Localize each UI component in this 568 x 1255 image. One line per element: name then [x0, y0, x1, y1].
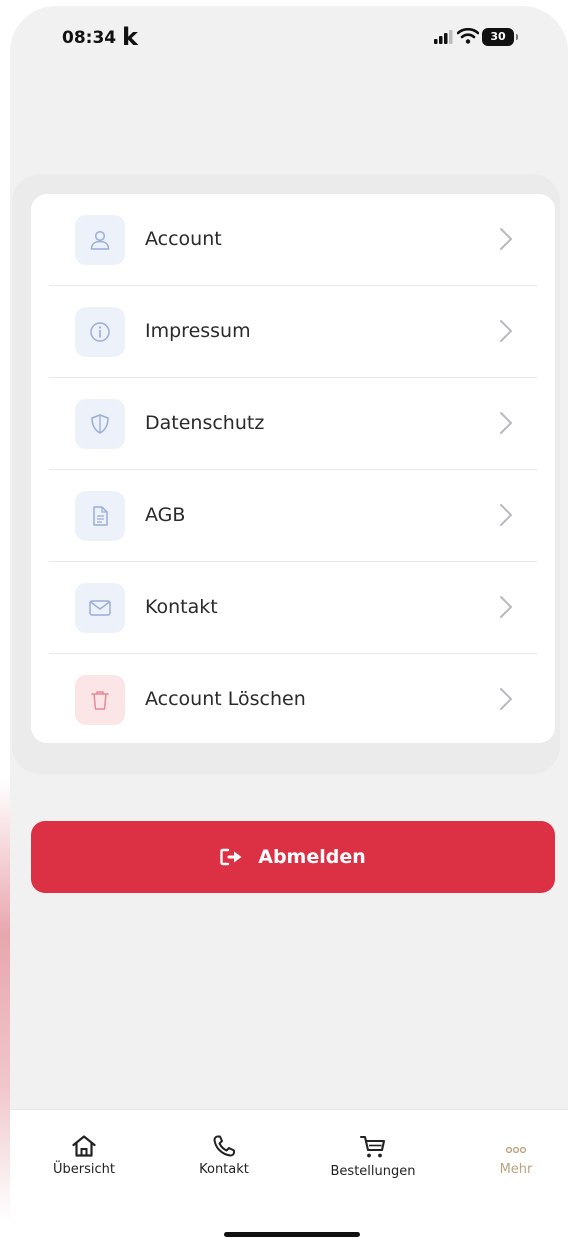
- phone-icon: [213, 1135, 235, 1157]
- phone-screen: 08:34 k 30 Account Impressum Datenschutz…: [10, 6, 568, 1255]
- chevron-right-icon: [500, 504, 512, 526]
- menu-item-account[interactable]: Account: [31, 194, 555, 285]
- settings-menu: Account Impressum Datenschutz AGB Kontak…: [31, 194, 555, 743]
- document-icon: [75, 491, 125, 541]
- cellular-signal-icon: [434, 30, 453, 44]
- tab-label: Kontakt: [199, 1162, 249, 1177]
- cart-icon: [359, 1135, 386, 1158]
- battery-indicator: 30: [482, 28, 518, 46]
- wifi-icon: [457, 28, 479, 44]
- trash-icon: [75, 675, 125, 725]
- logout-icon: [220, 848, 242, 866]
- status-time: 08:34: [62, 28, 117, 48]
- home-indicator[interactable]: [224, 1232, 360, 1237]
- menu-item-label: AGB: [145, 504, 186, 526]
- menu-item-kontakt[interactable]: Kontakt: [31, 562, 555, 653]
- menu-item-label: Kontakt: [145, 596, 218, 618]
- menu-item-account-loeschen[interactable]: Account Löschen: [31, 654, 555, 743]
- tab-bestellungen[interactable]: Bestellungen: [318, 1134, 428, 1179]
- logout-label: Abmelden: [258, 846, 366, 868]
- mail-icon: [75, 583, 125, 633]
- menu-item-agb[interactable]: AGB: [31, 470, 555, 561]
- tab-label: Mehr: [499, 1162, 533, 1177]
- menu-item-label: Account: [145, 228, 222, 250]
- tab-label: Bestellungen: [330, 1164, 416, 1179]
- menu-item-label: Impressum: [145, 320, 251, 342]
- tab-mehr[interactable]: Mehr: [461, 1134, 568, 1177]
- user-icon: [75, 215, 125, 265]
- more-icon: [505, 1146, 527, 1154]
- tab-kontakt[interactable]: Kontakt: [169, 1134, 279, 1177]
- menu-item-label: Account Löschen: [145, 688, 306, 710]
- shield-icon: [75, 399, 125, 449]
- chevron-right-icon: [500, 320, 512, 342]
- home-icon: [72, 1135, 96, 1157]
- menu-item-datenschutz[interactable]: Datenschutz: [31, 378, 555, 469]
- logout-button[interactable]: Abmelden: [31, 821, 555, 893]
- chevron-right-icon: [500, 596, 512, 618]
- status-bar: 08:34 k 30: [10, 6, 568, 76]
- menu-item-impressum[interactable]: Impressum: [31, 286, 555, 377]
- chevron-right-icon: [500, 412, 512, 434]
- menu-item-label: Datenschutz: [145, 412, 265, 434]
- chevron-right-icon: [500, 228, 512, 250]
- tab-uebersicht[interactable]: Übersicht: [29, 1134, 139, 1177]
- tab-label: Übersicht: [53, 1162, 115, 1177]
- chevron-right-icon: [500, 688, 512, 710]
- info-icon: [75, 307, 125, 357]
- app-brand-glyph: k: [122, 23, 138, 51]
